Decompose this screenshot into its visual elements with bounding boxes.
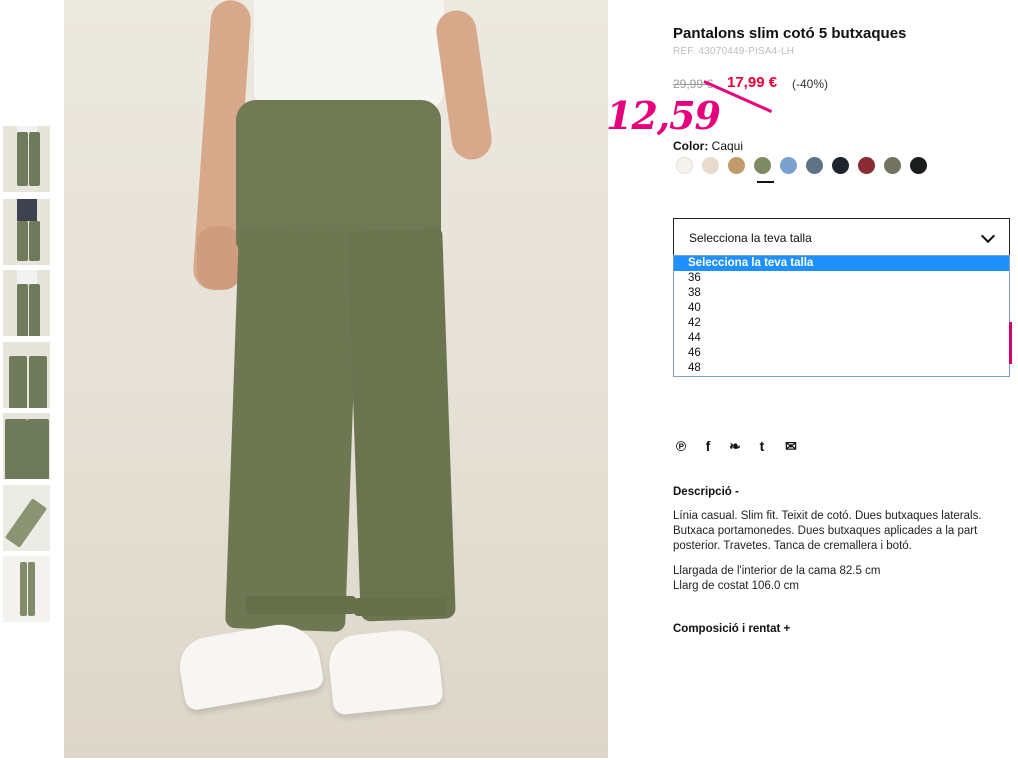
selected-color-indicator (757, 181, 774, 183)
pinterest-icon[interactable]: ℗ (672, 438, 690, 456)
color-value: Caqui (711, 139, 744, 153)
thumbnail-4[interactable] (3, 342, 50, 408)
thumbnail-3[interactable] (3, 270, 50, 336)
thumbnail-5[interactable] (3, 413, 50, 479)
size-option[interactable]: 38 (674, 286, 1009, 301)
measure-inseam: Llargada de l'interior de la cama 82.5 c… (673, 565, 881, 577)
discount-badge: (-40%) (792, 77, 829, 91)
size-option[interactable]: 36 (674, 271, 1009, 286)
color-swatch[interactable] (702, 157, 719, 174)
product-title: Pantalons slim cotó 5 butxaques (673, 25, 907, 42)
twitter-icon[interactable]: ❧ (726, 438, 744, 456)
size-option[interactable]: 42 (674, 316, 1009, 331)
add-to-bag-button-edge[interactable] (1009, 322, 1012, 364)
color-swatch[interactable] (754, 157, 771, 174)
color-swatch[interactable] (884, 157, 901, 174)
size-dropdown: Selecciona la teva talla 36 38 40 42 44 46 48 (673, 255, 1010, 377)
size-option[interactable]: 40 (674, 301, 1009, 316)
mail-icon[interactable]: ✉ (782, 438, 800, 456)
size-option[interactable]: 46 (674, 346, 1009, 361)
thumbnail-6[interactable] (3, 485, 50, 551)
thumbnail-1[interactable] (3, 126, 50, 192)
color-swatch[interactable] (910, 157, 927, 174)
color-swatch[interactable] (728, 157, 745, 174)
tumblr-icon[interactable]: t (753, 438, 771, 456)
composition-heading[interactable]: Composició i rentat + (673, 623, 790, 635)
size-select-value: Selecciona la teva talla (689, 231, 812, 245)
thumbnail-2[interactable] (3, 199, 50, 265)
product-photo[interactable] (64, 0, 608, 758)
color-label: Color: Caqui (673, 139, 744, 153)
sale-price: 17,99 € (727, 74, 778, 91)
size-select[interactable]: Selecciona la teva talla (673, 218, 1010, 256)
handwritten-price: 12,59 (606, 93, 721, 138)
description-text: Línia casual. Slim fit. Teixit de cotó. … (673, 510, 982, 552)
thumbnail-7[interactable] (3, 556, 50, 622)
chevron-down-icon (980, 228, 996, 244)
product-ref: REF. 43070449-PISA4-LH (673, 46, 795, 57)
size-option[interactable]: 44 (674, 331, 1009, 346)
size-option[interactable]: Selecciona la teva talla (674, 256, 1009, 271)
measure-side: Llarg de costat 106.0 cm (673, 580, 799, 592)
description-heading[interactable]: Descripció - (673, 486, 739, 498)
color-swatch[interactable] (676, 157, 693, 174)
color-swatch[interactable] (780, 157, 797, 174)
color-swatch[interactable] (806, 157, 823, 174)
facebook-icon[interactable]: f (699, 438, 717, 456)
size-option[interactable]: 48 (674, 361, 1009, 376)
color-swatch[interactable] (832, 157, 849, 174)
color-swatch[interactable] (858, 157, 875, 174)
